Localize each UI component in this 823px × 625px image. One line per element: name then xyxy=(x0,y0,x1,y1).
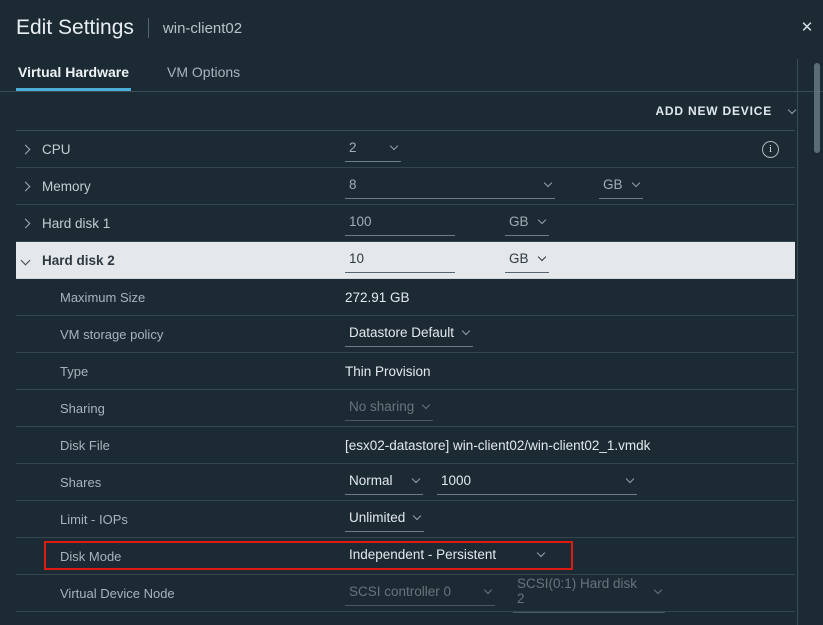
row-vm-storage-policy: VM storage policy Datastore Default xyxy=(16,316,795,353)
type-value: Thin Provision xyxy=(345,364,431,379)
row-cpu: CPU 2 xyxy=(16,131,795,168)
row-scsi-controller-0: SCSI controller 0 LSI Logic SAS xyxy=(16,612,795,625)
shares-label: Shares xyxy=(60,475,101,490)
collapse-hard-disk-2-icon[interactable] xyxy=(21,255,31,265)
row-sharing: Sharing No sharing xyxy=(16,390,795,427)
tab-virtual-hardware[interactable]: Virtual Hardware xyxy=(16,56,131,91)
cpu-label: CPU xyxy=(42,142,71,157)
chevron-down-icon xyxy=(484,585,492,593)
memory-unit-select[interactable]: GB xyxy=(599,174,643,199)
dialog-header: Edit Settings win-client02 xyxy=(0,0,823,56)
chevron-down-icon xyxy=(412,474,420,482)
hard-disk-2-label: Hard disk 2 xyxy=(42,253,115,268)
row-hard-disk-1: Hard disk 1 100 GB xyxy=(16,205,795,242)
limit-iops-select[interactable]: Unlimited xyxy=(345,507,424,532)
info-icon[interactable] xyxy=(762,141,779,158)
close-icon[interactable] xyxy=(795,15,819,39)
expand-hard-disk-1-icon[interactable] xyxy=(21,218,31,228)
disk-file-value: [esx02-datastore] win-client02/win-clien… xyxy=(345,438,650,453)
sharing-label: Sharing xyxy=(60,401,105,416)
chevron-down-icon xyxy=(390,141,398,149)
shares-level-select[interactable]: Normal xyxy=(345,470,423,495)
hard-disk-1-size-input[interactable]: 100 xyxy=(345,211,455,236)
type-label: Type xyxy=(60,364,88,379)
chevron-down-icon xyxy=(654,585,662,593)
scsi-controller-select: SCSI controller 0 xyxy=(345,581,495,606)
disk-file-label: Disk File xyxy=(60,438,110,453)
chevron-down-icon xyxy=(538,215,546,223)
shares-amount-input[interactable]: 1000 xyxy=(437,470,637,495)
chevron-down-icon xyxy=(632,178,640,186)
add-new-device-button[interactable]: ADD NEW DEVICE xyxy=(655,104,795,118)
maximum-size-label: Maximum Size xyxy=(60,290,145,305)
chevron-down-icon xyxy=(788,105,796,113)
chevron-down-icon xyxy=(422,400,430,408)
memory-label: Memory xyxy=(42,179,91,194)
hard-disk-2-size-input[interactable]: 10 xyxy=(345,248,455,273)
row-hard-disk-2: Hard disk 2 10 GB xyxy=(16,242,795,279)
chevron-down-icon xyxy=(544,178,552,186)
tab-bar: Virtual Hardware VM Options xyxy=(0,56,823,92)
vm-name: win-client02 xyxy=(163,20,242,37)
virtual-device-node-label: Virtual Device Node xyxy=(60,586,175,601)
limit-iops-label: Limit - IOPs xyxy=(60,512,128,527)
memory-size-input[interactable]: 8 xyxy=(345,174,555,199)
device-toolbar: ADD NEW DEVICE xyxy=(0,92,823,130)
hard-disk-1-label: Hard disk 1 xyxy=(42,216,110,231)
disk-mode-select[interactable]: Independent - Persistent xyxy=(345,544,548,569)
row-type: Type Thin Provision xyxy=(16,353,795,390)
scsi-node-select: SCSI(0:1) Hard disk 2 xyxy=(513,573,665,613)
hard-disk-1-unit-select[interactable]: GB xyxy=(505,211,549,236)
row-limit-iops: Limit - IOPs Unlimited xyxy=(16,501,795,538)
tab-vm-options[interactable]: VM Options xyxy=(165,56,242,91)
row-memory: Memory 8 GB xyxy=(16,168,795,205)
chevron-down-icon xyxy=(413,511,421,519)
chevron-down-icon xyxy=(537,548,545,556)
chevron-down-icon xyxy=(626,474,634,482)
vm-storage-policy-select[interactable]: Datastore Default xyxy=(345,322,473,347)
sharing-select: No sharing xyxy=(345,396,433,421)
row-disk-file: Disk File [esx02-datastore] win-client02… xyxy=(16,427,795,464)
header-divider xyxy=(148,18,149,38)
expand-cpu-icon[interactable] xyxy=(21,144,31,154)
cpu-count-select[interactable]: 2 xyxy=(345,137,401,162)
row-maximum-size: Maximum Size 272.91 GB xyxy=(16,279,795,316)
content-edge-divider xyxy=(797,59,798,625)
row-shares: Shares Normal 1000 xyxy=(16,464,795,501)
row-disk-mode: Disk Mode Independent - Persistent xyxy=(16,538,795,575)
add-new-device-label: ADD NEW DEVICE xyxy=(655,104,772,118)
maximum-size-value: 272.91 GB xyxy=(345,290,410,305)
chevron-down-icon xyxy=(538,252,546,260)
expand-memory-icon[interactable] xyxy=(21,181,31,191)
chevron-down-icon xyxy=(462,326,470,334)
row-virtual-device-node: Virtual Device Node SCSI controller 0 SC… xyxy=(16,575,795,612)
vertical-scrollbar[interactable] xyxy=(814,63,820,153)
hard-disk-2-unit-select[interactable]: GB xyxy=(505,248,549,273)
hardware-table: CPU 2 Memory 8 GB Hard disk 1 100 xyxy=(16,130,795,625)
disk-mode-label: Disk Mode xyxy=(60,549,121,564)
dialog-title: Edit Settings xyxy=(16,16,134,40)
vm-storage-policy-label: VM storage policy xyxy=(60,327,163,342)
